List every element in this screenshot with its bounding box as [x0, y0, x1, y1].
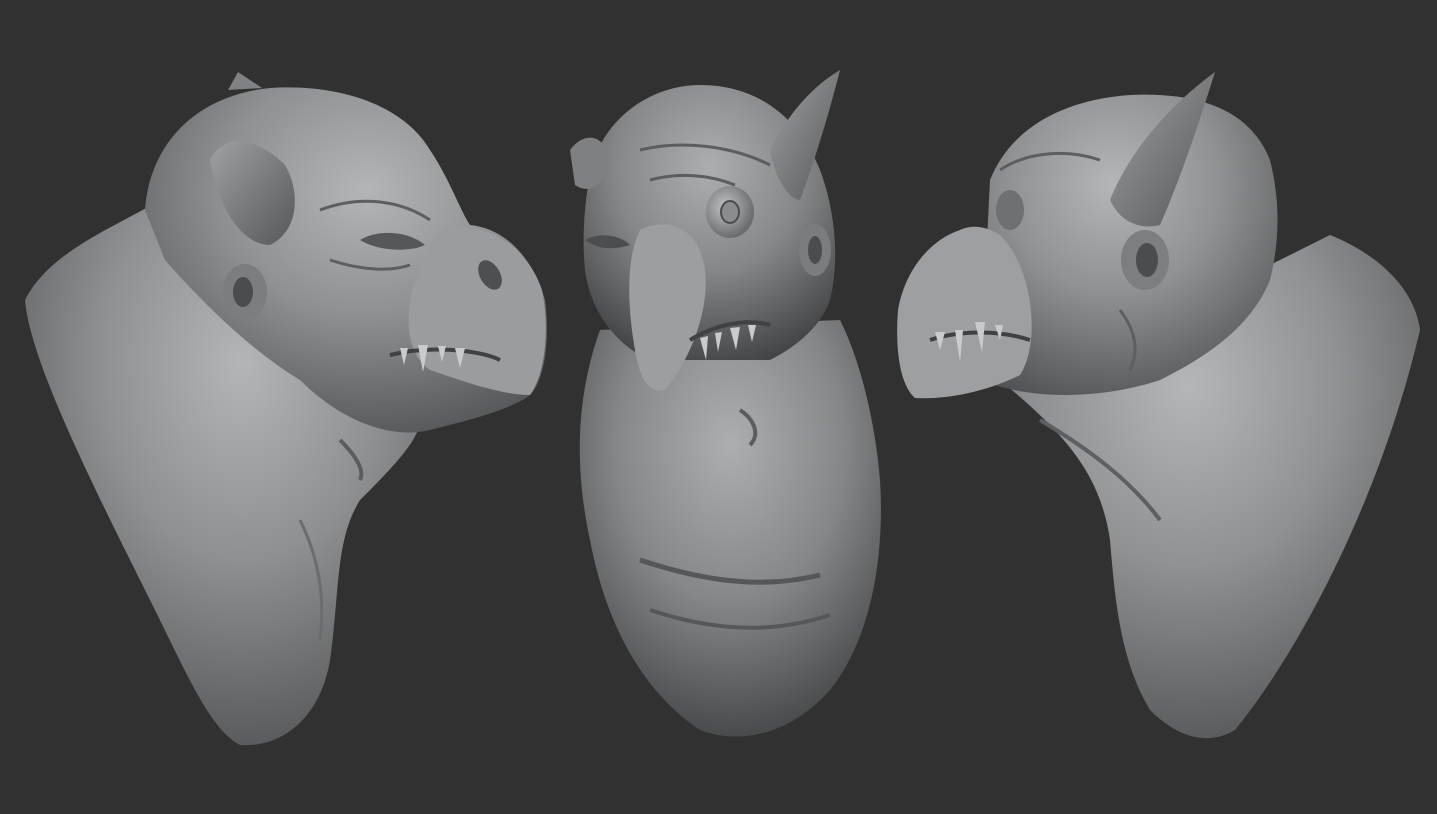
ear-hole — [233, 277, 253, 307]
ear-hole — [808, 236, 822, 264]
back-horn — [228, 72, 262, 90]
eye — [996, 190, 1024, 230]
pupil — [720, 200, 740, 224]
right-three-quarter-view — [897, 72, 1420, 739]
left-three-quarter-view — [25, 72, 547, 746]
horn — [770, 70, 840, 200]
front-view — [570, 70, 881, 737]
sculpt-render — [25, 70, 1420, 746]
snout — [897, 226, 1032, 399]
bust-body — [579, 320, 881, 737]
sculpt-viewport — [0, 0, 1437, 814]
ear-hole — [1136, 243, 1158, 277]
